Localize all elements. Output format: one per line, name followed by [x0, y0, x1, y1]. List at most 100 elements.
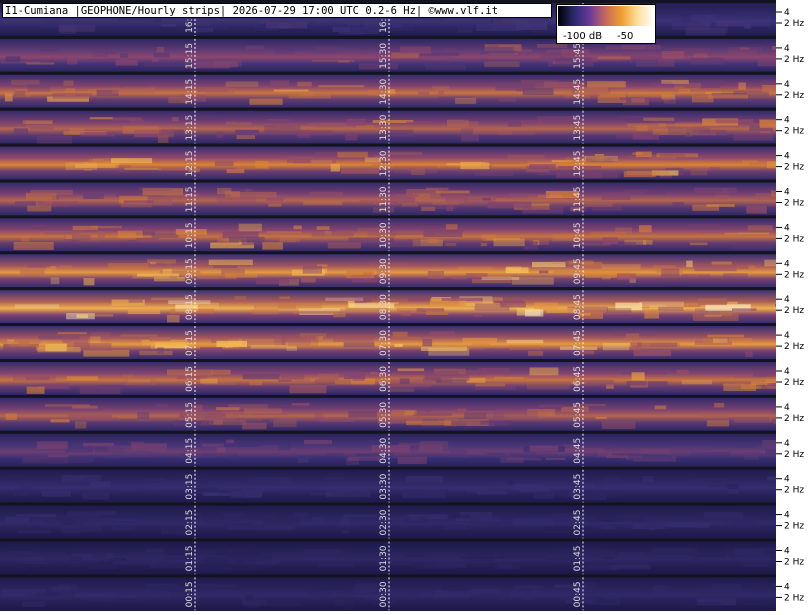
spectral-blob [356, 591, 371, 593]
spectral-blob [40, 202, 70, 207]
spectral-blob [229, 493, 244, 498]
spectral-blob [545, 458, 565, 460]
spectral-blob [333, 335, 374, 342]
spectral-blob [698, 275, 731, 278]
spectral-blob [317, 226, 330, 230]
spectral-blob [499, 99, 516, 102]
strip-separator [0, 287, 776, 290]
spectral-blob [698, 299, 727, 306]
spectral-blob [301, 278, 316, 282]
spectral-blob [596, 417, 607, 419]
spectral-blob [476, 23, 521, 31]
time-label: 06:15 [185, 366, 195, 392]
spectral-blob [202, 444, 224, 448]
time-label: 06:30 [379, 366, 389, 392]
spectral-blob [690, 478, 731, 485]
spectral-blob [80, 132, 115, 137]
spectral-blob [615, 228, 632, 234]
spectral-blob [51, 278, 60, 285]
spectral-blob [628, 455, 672, 460]
spectral-blob [402, 491, 446, 498]
time-label: 08:45 [573, 294, 583, 320]
spectral-blob [761, 80, 775, 83]
spectral-blob [507, 155, 522, 158]
spectral-blob [444, 526, 467, 530]
spectral-blob [270, 80, 289, 85]
time-label: 10:45 [573, 222, 583, 248]
freq-tick-label: 2 Hz [784, 378, 804, 388]
spectral-blob [304, 440, 332, 444]
spectral-blob [211, 370, 230, 375]
spectral-blob [45, 344, 66, 351]
spectral-blob [509, 345, 541, 350]
freq-tick-label: 2 Hz [784, 558, 804, 568]
spectral-blob [447, 163, 491, 165]
spectral-blob [452, 515, 471, 519]
spectral-blob [1, 341, 41, 344]
spectral-blob [467, 406, 497, 410]
spectral-blob [84, 278, 95, 285]
strip-14: 02:1502:3002:45 [0, 503, 776, 539]
strip-9: 07:1507:3007:45 [0, 323, 776, 359]
spectral-blob [495, 565, 521, 569]
spectral-blob [16, 564, 27, 572]
spectral-blob [493, 195, 538, 198]
spectral-blob [436, 380, 467, 384]
time-label: 14:45 [573, 79, 583, 105]
strip-separator [0, 144, 776, 147]
freq-tick-label: 4 [784, 152, 790, 162]
spectral-blob [277, 450, 310, 452]
spectral-blob [630, 56, 663, 64]
spectral-blob [743, 564, 769, 566]
time-label: 15:15 [185, 43, 195, 69]
spectral-blob [440, 591, 480, 596]
spectral-blob [482, 198, 490, 201]
spectral-blob [129, 300, 143, 303]
spectral-blob [394, 344, 402, 347]
spectral-blob [586, 156, 617, 162]
strip-separator [0, 539, 776, 542]
spectral-blob [356, 125, 374, 129]
spectral-blob [76, 490, 113, 494]
spectral-blob [335, 372, 379, 378]
spectral-blob [226, 81, 258, 86]
freq-tick-label: 2 Hz [784, 522, 804, 532]
spectral-blob [134, 130, 174, 138]
spectral-blob [691, 58, 724, 65]
spectral-blob [71, 240, 80, 244]
spectral-blob [126, 486, 141, 492]
spectral-blob [333, 313, 345, 318]
strip-separator [0, 215, 776, 218]
spectral-blob [762, 440, 776, 448]
spectral-blob [461, 134, 479, 142]
spectral-blob [652, 548, 697, 553]
spectral-blob [668, 447, 712, 453]
spectral-blob [761, 385, 776, 389]
time-label: 03:30 [379, 473, 389, 499]
spectral-blob [338, 61, 349, 63]
spectral-blob [69, 128, 84, 134]
spectral-blob [642, 476, 654, 482]
strip-5: 11:1511:3011:45 [0, 180, 776, 216]
spectral-blob [279, 297, 290, 300]
strip-16: 00:1500:3000:45 [0, 574, 776, 610]
spectral-blob [764, 260, 776, 267]
spectral-blob [90, 117, 113, 119]
spectral-blob [451, 482, 493, 485]
freq-tick-label: 2 Hz [784, 234, 804, 244]
time-label: 01:30 [379, 545, 389, 571]
spectral-blob [348, 411, 377, 417]
spectral-blob [139, 351, 172, 355]
spectral-blob [48, 454, 69, 457]
strip-separator [0, 323, 776, 326]
spectral-blob [235, 130, 259, 133]
spectral-blob [118, 416, 140, 418]
colorbar-gradient [558, 6, 654, 26]
spectral-blob [217, 447, 226, 452]
spectral-blob [30, 225, 47, 229]
spectral-blob [528, 351, 543, 356]
spectral-blob [150, 262, 156, 264]
spectral-blob [279, 380, 292, 382]
spectral-blob [112, 117, 141, 120]
spectral-blob [111, 525, 135, 531]
